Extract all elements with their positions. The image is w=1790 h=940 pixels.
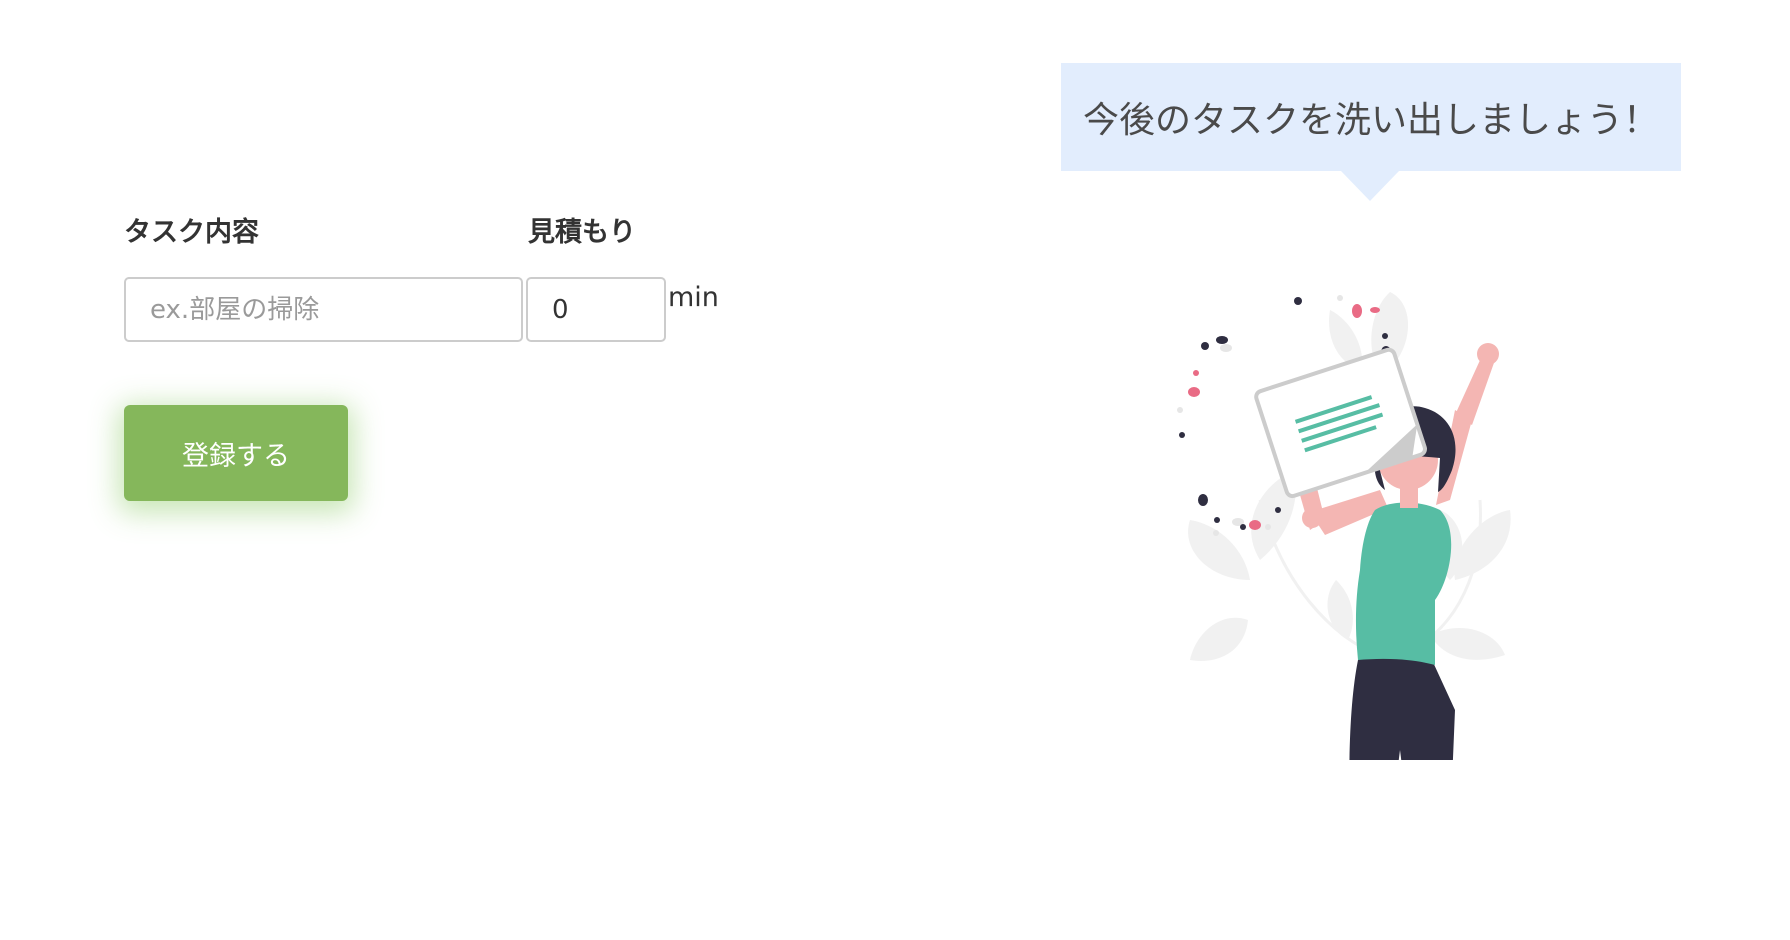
speech-bubble-text: 今後のタスクを洗い出しましょう！ bbox=[1083, 100, 1660, 141]
estimate-label: 見積もり bbox=[528, 217, 636, 248]
estimate-unit-label: min bbox=[668, 282, 719, 313]
task-content-label: タスク内容 bbox=[124, 217, 259, 248]
celebrating-woman-illustration bbox=[1177, 292, 1511, 760]
task-content-input[interactable] bbox=[124, 277, 523, 342]
estimate-input[interactable] bbox=[526, 277, 666, 342]
speech-bubble: 今後のタスクを洗い出しましょう！ bbox=[1061, 63, 1681, 171]
register-button[interactable]: 登録する bbox=[124, 405, 348, 501]
speech-bubble-tail bbox=[1341, 171, 1399, 201]
